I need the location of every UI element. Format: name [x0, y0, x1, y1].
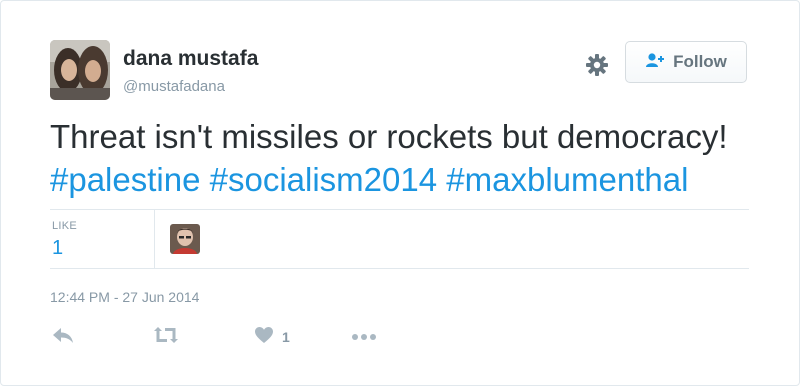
hashtag-link[interactable]: #socialism2014	[210, 161, 437, 198]
stat-divider	[154, 210, 155, 268]
tweet-text: Threat isn't missiles or rockets but dem…	[50, 115, 750, 201]
retweet-icon	[153, 326, 179, 349]
author-handle[interactable]: @mustafadana	[123, 78, 225, 95]
reply-button[interactable]	[52, 325, 74, 349]
like-action-count: 1	[282, 329, 290, 345]
more-icon	[351, 328, 377, 346]
divider	[50, 268, 749, 269]
follow-label: Follow	[673, 52, 727, 71]
retweet-button[interactable]	[153, 325, 179, 349]
follow-button[interactable]: Follow	[625, 41, 747, 83]
author-avatar[interactable]	[50, 40, 110, 100]
reply-icon	[52, 326, 74, 349]
hashtag-link[interactable]: #palestine	[50, 161, 200, 198]
add-user-icon	[645, 52, 665, 73]
more-button[interactable]	[351, 325, 377, 349]
heart-icon	[254, 326, 274, 349]
likes-count[interactable]: 1	[52, 237, 63, 260]
tweet-body: Threat isn't missiles or rockets but dem…	[50, 118, 728, 155]
author-name[interactable]: dana mustafa	[123, 47, 258, 71]
like-button[interactable]: 1	[254, 325, 290, 349]
likes-label: LIKE	[52, 220, 78, 232]
gear-icon[interactable]	[584, 52, 610, 78]
tweet-card: dana mustafa @mustafadana Follow Threat …	[0, 0, 800, 386]
tweet-timestamp[interactable]: 12:44 PM - 27 Jun 2014	[50, 289, 199, 305]
tweet-hashtags: #palestine #socialism2014 #maxblumenthal	[50, 158, 750, 201]
liker-avatar[interactable]	[170, 224, 200, 254]
hashtag-link[interactable]: #maxblumenthal	[446, 161, 688, 198]
